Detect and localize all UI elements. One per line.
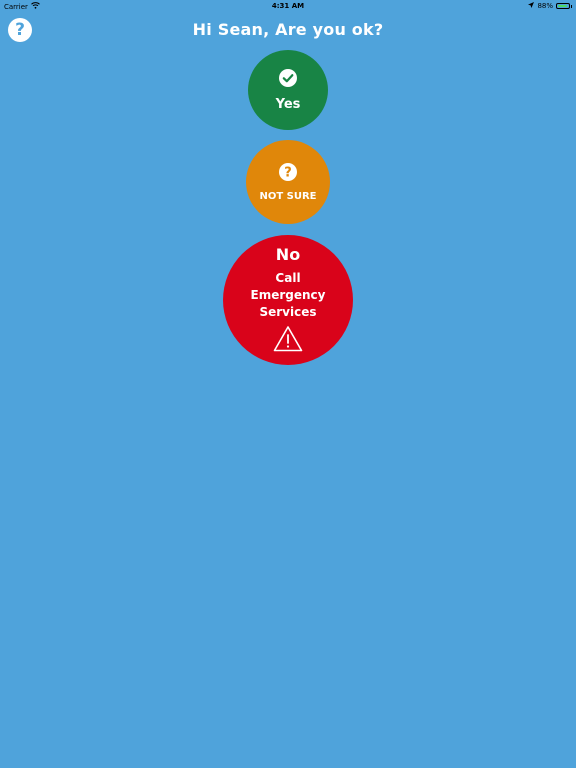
location-arrow-icon [528, 2, 535, 10]
battery-icon [556, 3, 570, 9]
yes-label: Yes [275, 96, 301, 112]
battery-percent: 88% [537, 2, 553, 10]
emergency-label: Emergency [250, 287, 326, 302]
question-icon-symbol: ? [284, 165, 292, 180]
no-call-emergency-button[interactable]: No Call Emergency Services [223, 235, 353, 365]
status-bar: Carrier 4:31 AM 88% [0, 0, 576, 12]
warning-icon [273, 325, 303, 356]
no-label: No [275, 244, 301, 264]
not-sure-button[interactable]: ? NOT SURE [246, 140, 330, 224]
services-label: Services [259, 304, 317, 319]
not-sure-label: NOT SURE [259, 190, 317, 202]
battery-fill [558, 5, 567, 7]
status-time: 4:31 AM [271, 2, 305, 10]
yes-button[interactable]: Yes [248, 50, 328, 130]
call-label: Call [275, 270, 301, 285]
page-title: Hi Sean, Are you ok? [192, 20, 384, 39]
battery-tip [571, 4, 572, 8]
checkmark-icon [279, 68, 297, 91]
question-icon: ? [279, 162, 297, 185]
status-right: 88% [528, 2, 572, 10]
